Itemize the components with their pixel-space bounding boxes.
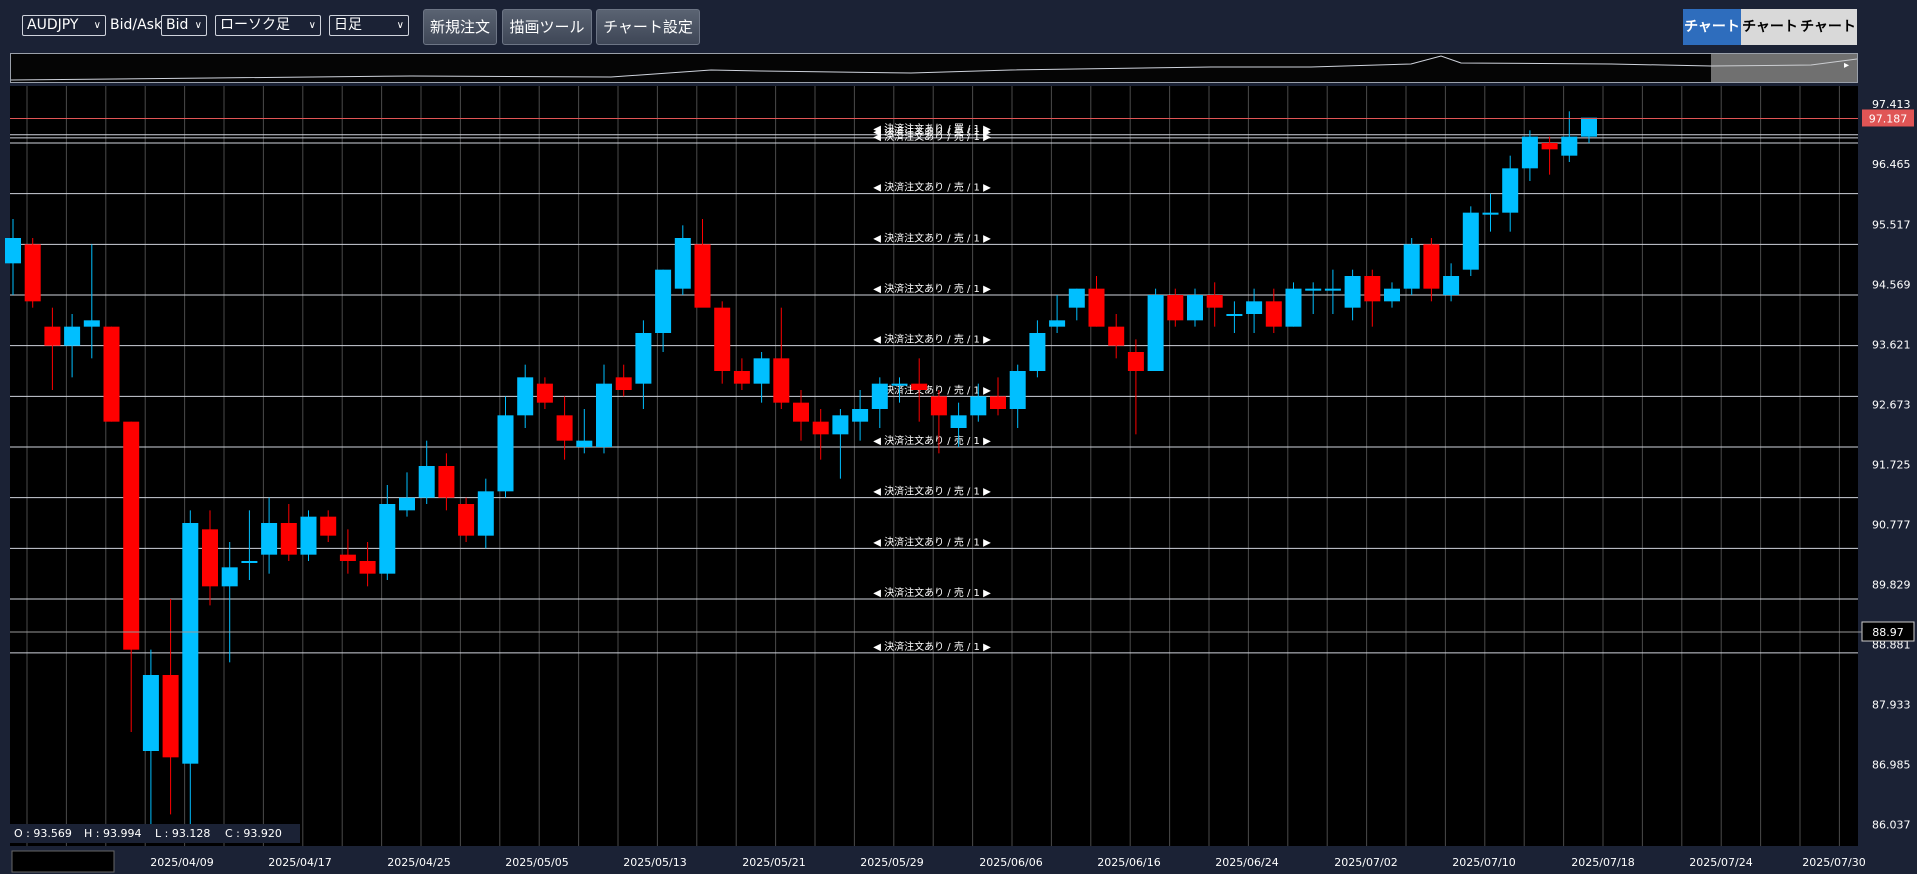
cursor-price-tag: 88.97 [1861, 621, 1915, 642]
order-label-3: ◀ 決済注文あり / 売 / 1 ▶ [873, 181, 991, 194]
order-label-8: ◀ 決済注文あり / 売 / 1 ▶ [873, 434, 991, 447]
x-axis-labels: 2025/04/012025/04/092025/04/172025/04/25… [31, 856, 1865, 869]
candle-15 [300, 510, 317, 561]
x-tick-label-2: 2025/04/17 [268, 856, 331, 869]
x-tick-label-14: 2025/07/24 [1689, 856, 1752, 869]
candle-65 [1285, 282, 1302, 327]
x-tick-label-10: 2025/06/24 [1215, 856, 1278, 869]
x-tick-label-4: 2025/05/05 [505, 856, 568, 869]
candle-58 [1147, 288, 1164, 371]
candle-71 [1403, 238, 1420, 295]
x-tick-label-8: 2025/06/06 [979, 856, 1042, 869]
order-label-9: ◀ 決済注文あり / 売 / 1 ▶ [873, 485, 991, 498]
close-value: C : 93.920 [225, 827, 282, 840]
x-tick-label-12: 2025/07/10 [1452, 856, 1515, 869]
order-label-4: ◀ 決済注文あり / 売 / 1 ▶ [873, 231, 991, 244]
order-label-11: ◀ 決済注文あり / 売 / 1 ▶ [873, 586, 991, 599]
low-value: L : 93.128 [155, 827, 211, 840]
x-tick-label-15: 2025/07/30 [1802, 856, 1865, 869]
ohlc-readout: O : 93.569 H : 93.994 L : 93.128 C : 93.… [10, 824, 300, 843]
order-label-6: ◀ 決済注文あり / 売 / 1 ▶ [873, 333, 991, 346]
order-label-2: ◀ 決済注文あり / 売 / 1 ▶ [873, 130, 991, 143]
x-tick-label-7: 2025/05/29 [860, 856, 923, 869]
candle-74 [1462, 206, 1479, 276]
order-label-12: ◀ 決済注文あり / 売 / 1 ▶ [873, 640, 991, 653]
x-tick-label-6: 2025/05/21 [742, 856, 805, 869]
order-label-10: ◀ 決済注文あり / 売 / 1 ▶ [873, 535, 991, 548]
order-label-7: ◀ 決済注文あり / 売 / 1 ▶ [873, 383, 991, 396]
x-tick-label-1: 2025/04/09 [150, 856, 213, 869]
x-tick-label-13: 2025/07/18 [1571, 856, 1634, 869]
open-value: O : 93.569 [14, 827, 72, 840]
high-value: H : 93.994 [84, 827, 142, 840]
svg-text:88.97: 88.97 [1872, 626, 1904, 639]
candle-23 [458, 497, 475, 542]
svg-text:97.187: 97.187 [1869, 112, 1908, 125]
cursor-date-box [11, 850, 115, 873]
order-label-5: ◀ 決済注文あり / 売 / 1 ▶ [873, 282, 991, 295]
x-tick-label-5: 2025/05/13 [623, 856, 686, 869]
x-tick-label-11: 2025/07/02 [1334, 856, 1397, 869]
chart-plot-area [10, 86, 1858, 846]
x-tick-label-9: 2025/06/16 [1097, 856, 1160, 869]
candle-5 [103, 326, 120, 422]
current-price-tag: 97.187 [1862, 109, 1914, 127]
x-tick-label-3: 2025/04/25 [387, 856, 450, 869]
price-chart[interactable]: ◀ 決済注文あり / 買 / 1 ▶◀ 決済注文あり / 売 / 1 ▶◀ 決済… [0, 0, 1917, 874]
candle-1 [24, 238, 41, 308]
